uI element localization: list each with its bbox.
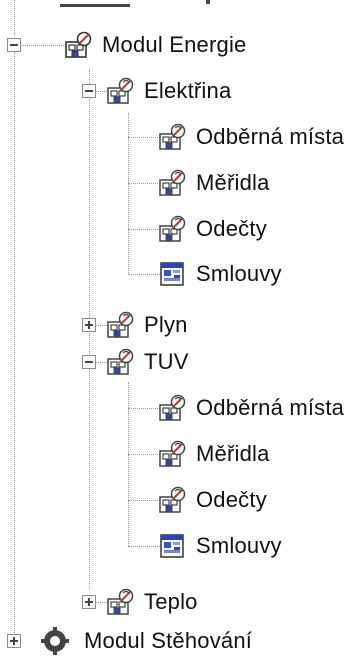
tree-item-label: Teplo	[144, 589, 198, 614]
node-icon	[158, 485, 188, 515]
tree-item-label: Odběrná místa	[196, 124, 345, 149]
tree-item-label: Měřidla	[196, 441, 270, 466]
contract-icon	[158, 259, 188, 289]
module-icon	[64, 30, 94, 60]
node-icon	[158, 168, 188, 198]
tree-item-label: Odběrná místa	[196, 395, 345, 420]
partial-item-top-mark	[206, 0, 210, 4]
gear-module-icon	[40, 626, 70, 656]
node-icon	[106, 347, 136, 377]
tree-item-tuv-odecty[interactable]: Odečty	[158, 477, 267, 523]
tree-line-root	[14, 0, 15, 641]
tree-item-label: Modul Stěhování	[84, 628, 253, 653]
contract-icon	[158, 531, 188, 561]
tree-item-label: Odečty	[196, 487, 267, 512]
tree-item-elektrina[interactable]: Elektřina	[106, 68, 231, 114]
node-icon	[158, 393, 188, 423]
node-icon	[158, 214, 188, 244]
expand-toggle-module[interactable]	[7, 38, 21, 52]
tree-item-elektrina-odecty[interactable]: Odečty	[158, 206, 267, 252]
tree-item-label: Měřidla	[196, 170, 270, 195]
tree-item-elektrina-smlouvy[interactable]: Smlouvy	[158, 251, 282, 297]
tree-item-label: Plyn	[144, 312, 188, 337]
tree-item-tuv-smlouvy[interactable]: Smlouvy	[158, 523, 282, 569]
tree-view: Modul Energie Elektřina Odběrná místa Mě…	[0, 0, 358, 655]
node-icon	[158, 439, 188, 469]
tree-item-label: Odečty	[196, 216, 267, 241]
partial-item-top[interactable]	[60, 0, 130, 7]
tree-item-modul-energie[interactable]: Modul Energie	[64, 22, 246, 68]
node-icon	[158, 122, 188, 152]
node-icon	[106, 587, 136, 617]
tree-line-tuv	[128, 382, 129, 546]
tree-item-elektrina-odberna-mista[interactable]: Odběrná místa	[158, 114, 344, 160]
tree-item-label: Modul Energie	[102, 32, 247, 57]
node-icon	[106, 310, 136, 340]
expand-toggle-elektrina[interactable]	[82, 84, 96, 98]
tree-item-label: Smlouvy	[196, 261, 282, 286]
tree-item-elektrina-meridla[interactable]: Měřidla	[158, 160, 270, 206]
expand-toggle-tuv[interactable]	[82, 355, 96, 369]
tree-item-label: TUV	[144, 349, 189, 374]
node-icon	[106, 76, 136, 106]
expand-toggle-next-module[interactable]	[7, 634, 21, 648]
tree-item-label: Smlouvy	[196, 533, 282, 558]
tree-item-tuv[interactable]: TUV	[106, 339, 189, 385]
tree-item-modul-stehovani[interactable]: Modul Stěhování	[40, 618, 252, 664]
expand-toggle-plyn[interactable]	[82, 318, 96, 332]
tree-item-tuv-odberna-mista[interactable]: Odběrná místa	[158, 385, 344, 431]
tree-item-label: Elektřina	[144, 78, 232, 103]
tree-item-tuv-meridla[interactable]: Měřidla	[158, 431, 270, 477]
expand-toggle-teplo[interactable]	[82, 595, 96, 609]
